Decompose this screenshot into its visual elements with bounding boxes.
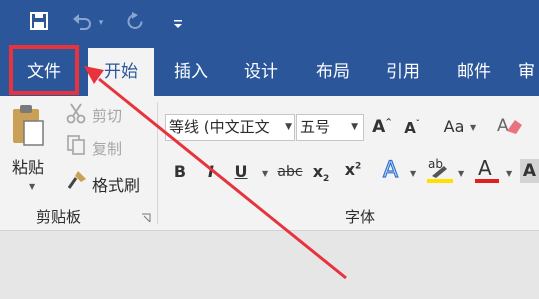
annotation-arrow bbox=[84, 66, 347, 280]
